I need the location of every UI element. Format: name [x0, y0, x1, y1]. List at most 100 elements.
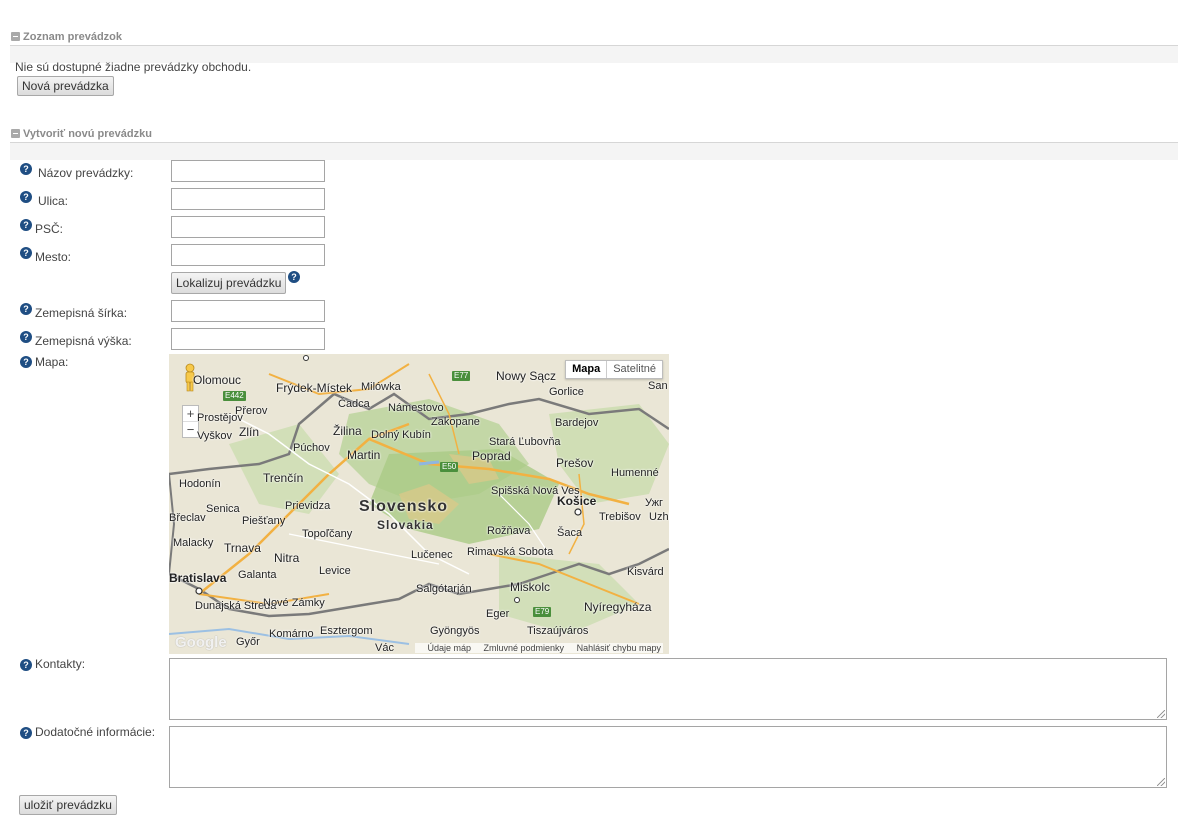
map-label-city: Nowy Sącz: [496, 369, 557, 383]
map-label-city: Malacky: [173, 537, 214, 549]
map-label-city: Prešov: [556, 456, 594, 470]
map-label-city: Gyöngyös: [430, 625, 480, 637]
map-label-city: Přerov: [235, 405, 268, 417]
map-label-city: Vyškov: [197, 430, 233, 442]
map-label-country: Slovensko: [359, 498, 449, 515]
report-error-link[interactable]: Nahlásiť chybu mapy: [577, 643, 661, 653]
map-label-city: Zlín: [239, 425, 260, 439]
name-label: Názov prevádzky:: [38, 166, 134, 180]
map-label-city: Senica: [206, 503, 240, 515]
zoom-in-button[interactable]: +: [183, 406, 198, 421]
map-label-city: Nyíregyháza: [584, 600, 652, 614]
save-store-button[interactable]: uložiť prevádzku: [19, 795, 117, 815]
map-label-city: Tiszaújváros: [527, 625, 589, 637]
collapse-icon[interactable]: [11, 129, 20, 138]
help-icon[interactable]: ?: [20, 727, 32, 739]
map-label-city: Gorlice: [549, 386, 584, 398]
map-label-city: Žilina: [333, 424, 362, 438]
resize-handle-icon[interactable]: [1157, 710, 1165, 718]
new-store-button[interactable]: Nová prevádzka: [17, 76, 114, 96]
map-label-city: Esztergom: [320, 625, 373, 637]
map-label-city: Martin: [347, 448, 381, 462]
collapse-icon[interactable]: [11, 32, 20, 41]
map-label-city: Komárno: [269, 628, 314, 640]
map-label-city: Stará Ľubovňa: [489, 436, 561, 448]
map-label-country-sub: Slovakia: [377, 518, 434, 532]
map-label-city: Nitra: [274, 551, 300, 565]
map-label-city: Dolný Kubín: [371, 429, 431, 441]
help-icon[interactable]: ?: [20, 356, 32, 368]
map-label-city: Kisvárd: [627, 566, 664, 578]
map-label-city: Púchov: [293, 442, 330, 454]
help-icon[interactable]: ?: [20, 219, 32, 231]
map-label-city: Rimavská Sobota: [467, 546, 554, 558]
map-label-city: Milówka: [361, 381, 401, 393]
map-label-city: Nové Zámky: [263, 597, 325, 609]
latitude-input[interactable]: [171, 300, 325, 322]
map-label-city: Galanta: [238, 569, 277, 581]
additional-info-label: Dodatočné informácie:: [35, 725, 156, 739]
map-label-city: Olomouc: [193, 373, 242, 387]
help-icon[interactable]: ?: [20, 163, 32, 175]
map-label-city: Hodonín: [179, 478, 221, 490]
map-label-city: Trnava: [224, 541, 261, 555]
map-label-city: Bardejov: [555, 417, 599, 429]
map-label-city: Poprad: [472, 449, 511, 463]
help-icon[interactable]: ?: [20, 303, 32, 315]
map-label-city: Eger: [486, 608, 510, 620]
map-label-city: San: [648, 380, 668, 392]
list-section-header[interactable]: Zoznam prevádzok: [10, 31, 1178, 46]
zip-input[interactable]: [171, 216, 325, 238]
create-section-title: Vytvoriť novú prevádzku: [23, 128, 152, 140]
contacts-textarea[interactable]: [169, 658, 1167, 720]
road-shield: E77: [452, 371, 471, 381]
zip-label: PSČ:: [35, 222, 64, 236]
locate-store-button[interactable]: Lokalizuj prevádzku: [171, 272, 287, 294]
map-label-city: Uzhl: [649, 511, 669, 523]
additional-info-textarea[interactable]: [169, 726, 1167, 788]
map-label-city: Salgótarján: [416, 583, 472, 595]
map-type-satellite-button[interactable]: Satelitné: [607, 361, 662, 378]
city-input[interactable]: [171, 244, 325, 266]
road-shield: E442: [223, 391, 246, 401]
map-label-city: Rožňava: [487, 525, 531, 537]
map-label-city: Námestovo: [388, 402, 444, 414]
map-view[interactable]: + − Mapa Satelitné Slovensko Slovakia Ol…: [169, 354, 669, 654]
help-icon[interactable]: ?: [20, 247, 32, 259]
map-label-city: Košice: [557, 494, 597, 508]
resize-handle-icon[interactable]: [1157, 778, 1165, 786]
map-label-city: Ужг: [645, 497, 663, 509]
longitude-label: Zemepisná výška:: [35, 334, 132, 348]
google-logo: Google: [175, 634, 227, 651]
zoom-out-button[interactable]: −: [183, 421, 198, 437]
map-label-city: Prievidza: [285, 500, 331, 512]
map-label-city: Vác: [375, 642, 394, 654]
map-label-city: Čadca: [338, 398, 370, 410]
map-type-control[interactable]: Mapa Satelitné: [565, 360, 663, 379]
help-icon[interactable]: ?: [20, 191, 32, 203]
map-label-city: Bratislava: [169, 571, 227, 585]
help-icon[interactable]: ?: [20, 331, 32, 343]
street-input[interactable]: [171, 188, 325, 210]
map-label-city: Humenné: [611, 467, 659, 479]
longitude-input[interactable]: [171, 328, 325, 350]
contacts-label: Kontakty:: [35, 657, 86, 671]
section-divider: [10, 143, 1178, 160]
map-data-link[interactable]: Údaje máp: [427, 643, 471, 653]
help-icon[interactable]: ?: [20, 659, 32, 671]
map-label-city: Győr: [236, 636, 260, 648]
terms-link[interactable]: Zmluvné podmienky: [484, 643, 565, 653]
help-icon[interactable]: ?: [288, 271, 300, 283]
name-input[interactable]: [171, 160, 325, 182]
map-label-city: Břeclav: [169, 512, 206, 524]
map-label-city: Šaca: [557, 527, 583, 539]
map-label: Mapa:: [35, 355, 69, 369]
road-shield: E79: [533, 607, 552, 617]
map-label-city: Trenčín: [263, 471, 304, 485]
map-label-city: Trebišov: [599, 511, 641, 523]
map-label-city: Miskolc: [510, 580, 551, 594]
map-type-map-button[interactable]: Mapa: [566, 361, 608, 378]
create-section-header[interactable]: Vytvoriť novú prevádzku: [10, 128, 1178, 143]
map-label-city: Frýdek-Místek: [276, 381, 353, 395]
map-footer: Údaje máp Zmluvné podmienky Nahlásiť chy…: [415, 643, 663, 653]
